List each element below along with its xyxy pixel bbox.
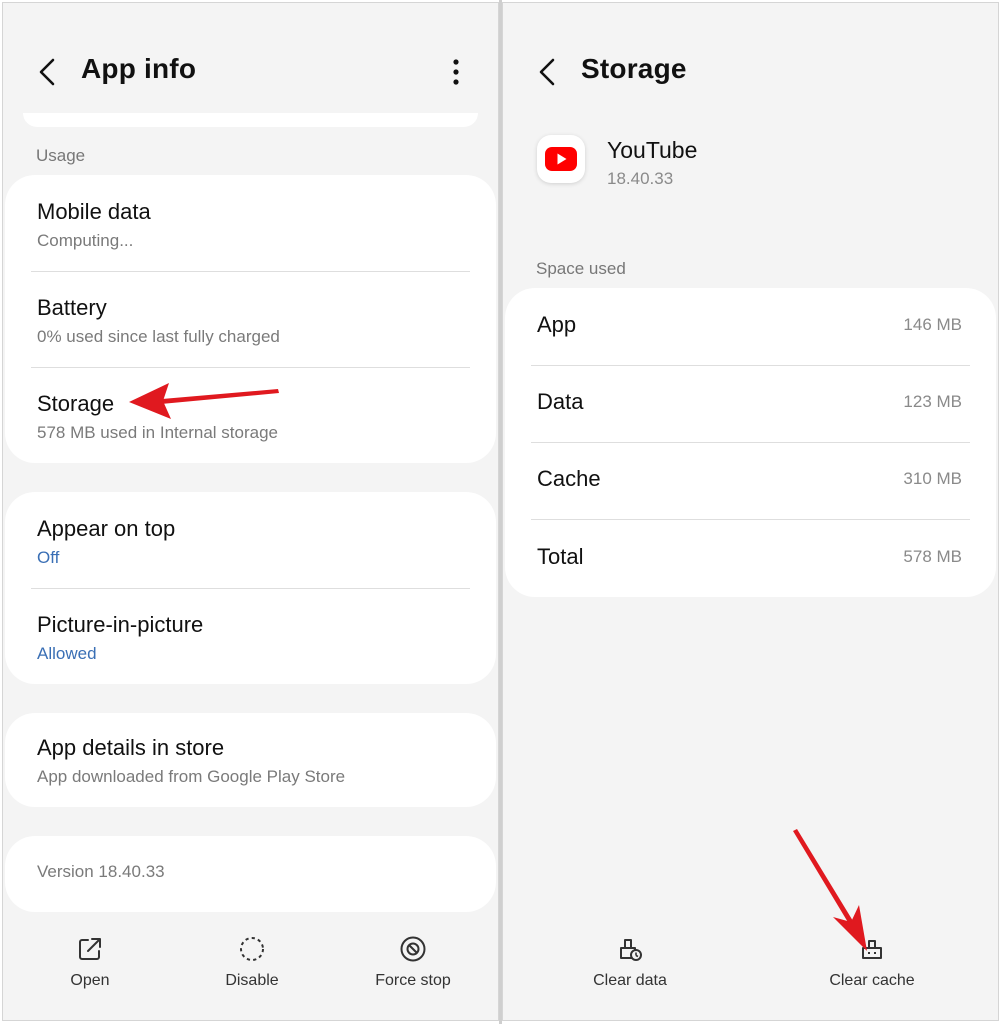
app-details-title: App details in store (37, 735, 225, 760)
cache-size-row: Cache 310 MB (537, 466, 962, 491)
data-size-row: Data 123 MB (537, 389, 962, 414)
storage-item[interactable]: Storage 578 MB used in Internal storage (37, 391, 470, 443)
storage-action-bar: Clear data Clear cache (503, 928, 998, 1008)
mobile-data-item[interactable]: Mobile data Computing... (37, 199, 470, 251)
battery-item[interactable]: Battery 0% used since last fully charged (37, 295, 470, 347)
picture-in-picture-title: Picture-in-picture (37, 612, 204, 637)
total-size-row: Total 578 MB (537, 544, 962, 569)
app-icon (537, 135, 585, 183)
clear-cache-label: Clear cache (829, 972, 915, 989)
divider (531, 442, 970, 443)
back-arrow-icon (539, 58, 555, 86)
app-name: YouTube (607, 137, 698, 163)
storage-subtitle: 578 MB used in Internal storage (37, 423, 278, 442)
open-external-icon (79, 938, 101, 960)
usage-section-label: Usage (36, 146, 86, 165)
usage-card: Mobile data Computing... Battery 0% used… (5, 175, 496, 463)
total-size-value: 578 MB (903, 547, 962, 566)
mobile-data-subtitle: Computing... (37, 231, 134, 250)
disable-button[interactable]: Disable (187, 928, 317, 990)
space-used-card: App 146 MB Data 123 MB Cache 310 MB Tota… (505, 288, 996, 597)
cache-size-value: 310 MB (903, 469, 962, 488)
appear-on-top-item[interactable]: Appear on top Off (37, 516, 470, 568)
picture-in-picture-status: Allowed (37, 644, 97, 663)
app-info-action-bar: Open Disable Force stop (3, 928, 498, 1008)
app-size-value: 146 MB (903, 315, 962, 334)
permissions-card: Appear on top Off Picture-in-picture All… (5, 492, 496, 684)
clear-cache-icon (862, 940, 882, 959)
battery-subtitle: 0% used since last fully charged (37, 327, 280, 346)
more-vert-icon (453, 59, 459, 85)
appear-on-top-title: Appear on top (37, 516, 176, 541)
version-card: Version 18.40.33 (5, 836, 496, 912)
back-button[interactable] (533, 55, 563, 89)
battery-title: Battery (37, 295, 107, 320)
scrolled-card-edge (23, 113, 478, 127)
app-size-row: App 146 MB (537, 312, 962, 337)
space-used-label: Space used (536, 259, 626, 278)
app-info-screen: App info Usage Mobile data Computing... … (2, 2, 499, 1021)
app-info-header: App info (3, 47, 498, 97)
divider (531, 519, 970, 520)
data-size-value: 123 MB (903, 392, 962, 411)
disable-label: Disable (225, 972, 279, 989)
clear-data-icon (620, 939, 642, 961)
storage-screen: Storage YouTube 18.40.33 Space used App … (502, 2, 999, 1021)
app-details-in-store-item[interactable]: App details in store App downloaded from… (37, 735, 470, 787)
store-card: App details in store App downloaded from… (5, 713, 496, 807)
back-button[interactable] (33, 55, 63, 89)
divider (31, 271, 470, 272)
more-options-button[interactable] (444, 53, 468, 91)
open-button[interactable]: Open (25, 928, 155, 990)
storage-title: Storage (37, 391, 115, 416)
version-text: Version 18.40.33 (37, 862, 165, 881)
divider (31, 588, 470, 589)
page-title: Storage (581, 53, 687, 84)
open-label: Open (70, 972, 110, 989)
clear-cache-button[interactable]: Clear cache (807, 928, 937, 990)
app-size-label: App (537, 312, 577, 337)
youtube-icon (545, 147, 577, 171)
app-version: 18.40.33 (607, 169, 674, 188)
force-stop-label: Force stop (375, 972, 451, 989)
app-details-subtitle: App downloaded from Google Play Store (37, 767, 346, 786)
picture-in-picture-item[interactable]: Picture-in-picture Allowed (37, 612, 470, 664)
clear-data-label: Clear data (593, 972, 667, 989)
total-size-label: Total (537, 544, 584, 569)
page-title: App info (81, 53, 197, 84)
disable-icon (240, 937, 264, 961)
mobile-data-title: Mobile data (37, 199, 151, 224)
divider (531, 365, 970, 366)
divider (31, 367, 470, 368)
force-stop-button[interactable]: Force stop (348, 928, 478, 990)
clear-data-button[interactable]: Clear data (565, 928, 695, 990)
back-arrow-icon (39, 58, 55, 86)
force-stop-icon (400, 936, 426, 962)
appear-on-top-status: Off (37, 548, 60, 567)
data-size-label: Data (537, 389, 584, 414)
storage-header: Storage (503, 47, 998, 97)
cache-size-label: Cache (537, 466, 601, 491)
